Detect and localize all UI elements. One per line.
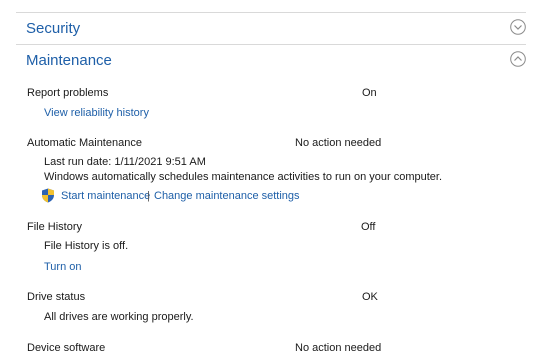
start-maintenance-link[interactable]: Start maintenance	[61, 190, 150, 202]
drive-status-label: Drive status	[27, 291, 86, 303]
chevron-down-icon[interactable]	[510, 19, 526, 35]
device-software-label: Device software	[27, 342, 106, 354]
view-reliability-history-link[interactable]: View reliability history	[44, 107, 149, 119]
section-title-maintenance: Maintenance	[26, 52, 112, 69]
shield-icon	[42, 188, 54, 203]
section-title-security: Security	[26, 20, 81, 37]
file-history-label: File History	[27, 221, 83, 233]
device-software-status: No action needed	[295, 342, 382, 354]
last-run-date: Last run date: 1/11/2021 9:51 AM	[44, 156, 206, 168]
report-problems-status: On	[362, 87, 377, 99]
maintenance-description: Windows automatically schedules maintena…	[44, 171, 443, 183]
automatic-maintenance-status: No action needed	[295, 137, 382, 149]
file-history-detail: File History is off.	[44, 240, 129, 252]
turn-on-link[interactable]: Turn on	[44, 261, 82, 273]
section-header-security[interactable]: Security	[16, 12, 526, 45]
drive-status-status: OK	[362, 291, 378, 303]
automatic-maintenance-label: Automatic Maintenance	[27, 137, 142, 149]
change-maintenance-settings-link[interactable]: Change maintenance settings	[154, 190, 300, 202]
section-header-maintenance[interactable]: Maintenance	[16, 44, 526, 77]
link-separator: |	[147, 190, 150, 202]
file-history-status: Off	[361, 221, 376, 233]
chevron-up-icon[interactable]	[510, 51, 526, 67]
report-problems-label: Report problems	[27, 87, 109, 99]
drive-status-detail: All drives are working properly.	[44, 311, 194, 323]
